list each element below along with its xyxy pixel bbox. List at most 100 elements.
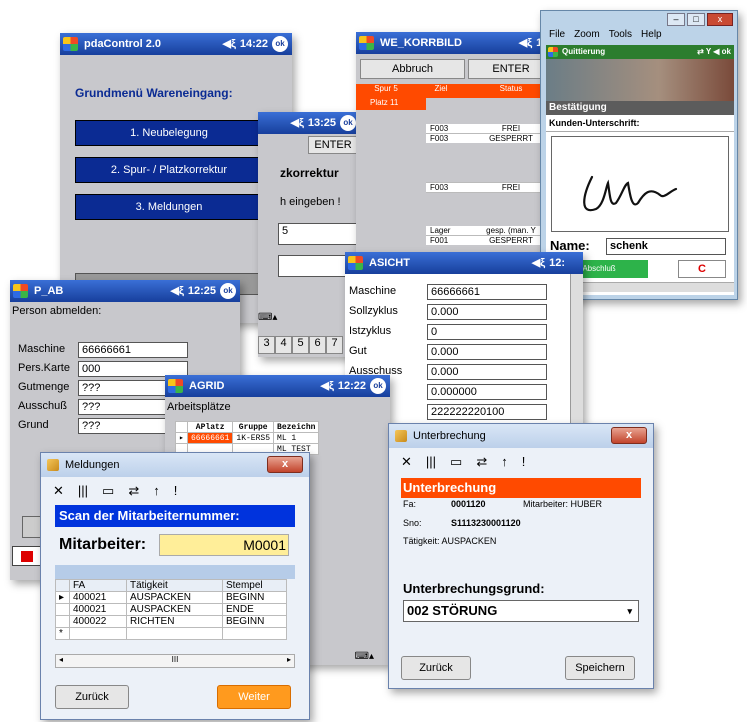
enter-button[interactable]: ENTER <box>308 136 358 154</box>
maximize-icon[interactable]: □ <box>687 13 705 26</box>
title-bar: WE_KORRBILD ◀ξ12: <box>356 32 556 54</box>
alert-icon[interactable]: ! <box>174 483 178 499</box>
cancel-icon[interactable]: ✕ <box>53 483 64 499</box>
record-button[interactable] <box>12 546 42 566</box>
signature-pad[interactable] <box>551 136 729 232</box>
table-row[interactable]: ▸ 66666661 1K-ERS5 ML 1 <box>175 432 320 444</box>
key-6[interactable]: 6 <box>309 336 326 354</box>
scroll-thumb[interactable]: III <box>172 655 179 664</box>
cancel-c-button[interactable]: C <box>678 260 726 278</box>
row-pointer <box>55 603 70 616</box>
sno-value: S1113230001120 <box>451 518 521 528</box>
title-bar: Unterbrechung x <box>389 424 653 448</box>
field-input[interactable]: 0.000 <box>427 304 547 320</box>
keyboard-icon[interactable]: ▭ <box>102 483 114 499</box>
menu-spurkorrektur-button[interactable]: 2. Spur- / Platzkorrektur <box>75 157 263 183</box>
windows-flag-icon[interactable] <box>348 256 363 270</box>
scrollbar[interactable] <box>570 274 583 430</box>
table-row[interactable]: 400021 AUSPACKEN ENDE <box>55 603 288 616</box>
key-4[interactable]: 4 <box>275 336 292 354</box>
menu-file[interactable]: File <box>549 29 565 43</box>
ok-button[interactable]: ok <box>370 378 386 394</box>
field-input[interactable]: 66666661 <box>78 342 188 358</box>
page-subtitle: Person abmelden: <box>12 305 102 317</box>
grund-select[interactable]: 002 STÖRUNG ▾ <box>403 600 639 622</box>
menu-neubelegung-button[interactable]: 1. Neubelegung <box>75 120 263 146</box>
table-row[interactable]: F003 FREI <box>426 124 556 134</box>
field-label: Gutmenge <box>18 381 70 393</box>
minimize-icon[interactable]: – <box>667 13 685 26</box>
windows-flag-icon[interactable] <box>359 36 374 50</box>
menu-tools[interactable]: Tools <box>609 29 632 43</box>
sync-icon[interactable]: ⇄ <box>128 483 139 499</box>
speaker-icon: ◀ξ <box>320 380 334 392</box>
field-input[interactable]: 66666661 <box>427 284 547 300</box>
field-label: Maschine <box>18 343 66 355</box>
table-row[interactable]: Lager gesp. (man. Y <box>426 226 556 236</box>
key-5[interactable]: 5 <box>292 336 309 354</box>
we-korrbild-window: WE_KORRBILD ◀ξ12: Abbruch ENTER Spur 5 Z… <box>356 32 556 262</box>
table-row[interactable]: F003 FREI <box>426 182 556 193</box>
unterbrechung-banner: Unterbrechung <box>401 478 641 498</box>
table-row[interactable]: 400022 RICHTEN BEGINN <box>55 615 288 628</box>
weiter-button[interactable]: Weiter <box>217 685 291 709</box>
cancel-icon[interactable]: ✕ <box>401 454 412 470</box>
page-subtitle: Arbeitsplätze <box>167 401 231 413</box>
title-bar: pdaControl 2.0 ◀ξ 14:22 ok <box>60 33 292 55</box>
key-3[interactable]: 3 <box>258 336 275 354</box>
field-label: Istzyklus <box>349 325 392 337</box>
field-input[interactable]: 0.000 <box>427 344 547 360</box>
ok-button[interactable]: ok <box>340 115 356 131</box>
name-field[interactable]: schenk <box>606 238 726 255</box>
window-title: WE_KORRBILD <box>380 37 462 49</box>
speichern-button[interactable]: Speichern <box>565 656 635 680</box>
field-input[interactable]: 0.000 <box>427 364 547 380</box>
up-icon[interactable]: ↑ <box>501 454 508 470</box>
key-7[interactable]: 7 <box>326 336 343 354</box>
taetigkeit-value: Tätigkeit: AUSPACKEN <box>403 536 497 546</box>
abbruch-button[interactable]: Abbruch <box>360 59 465 79</box>
zurueck-button[interactable]: Zurück <box>55 685 129 709</box>
windows-flag-icon[interactable] <box>548 47 558 57</box>
ok-button[interactable]: ok <box>220 283 236 299</box>
menu-help[interactable]: Help <box>641 29 662 43</box>
close-icon[interactable]: x <box>611 427 647 444</box>
sync-icon[interactable]: ⇄ <box>476 454 487 470</box>
up-icon[interactable]: ↑ <box>153 483 160 499</box>
keypad-row: 3 4 5 6 7 <box>258 336 343 354</box>
alert-icon[interactable]: ! <box>522 454 526 470</box>
field-input[interactable]: 0.000000 <box>427 384 547 400</box>
field-input[interactable]: 0 <box>427 324 547 340</box>
ok-button[interactable]: ok <box>272 36 288 52</box>
new-row[interactable]: * <box>55 627 288 640</box>
table-row[interactable]: F003 GESPERRT <box>426 134 556 143</box>
fa-label: Fa: <box>403 499 417 509</box>
keyboard-icon[interactable]: ▭ <box>450 454 462 470</box>
mitarbeiter-field[interactable]: M0001 <box>159 534 289 556</box>
table-row[interactable]: ▸ 400021 AUSPACKEN BEGINN <box>55 591 288 604</box>
korrektur-field-1[interactable]: 5 <box>278 223 358 245</box>
menu-meldungen-button[interactable]: 3. Meldungen <box>75 194 263 220</box>
windows-flag-icon[interactable] <box>13 284 28 298</box>
table-row[interactable]: F001 GESPERRT <box>426 236 556 245</box>
windows-flag-icon[interactable] <box>63 37 78 51</box>
cell: AUSPACKEN <box>126 603 223 616</box>
clock: 13:25 <box>307 117 336 129</box>
keyboard-icon[interactable]: ⌨▴ <box>258 312 293 326</box>
zurueck-button[interactable]: Zurück <box>401 656 471 680</box>
field-label: Grund <box>18 419 49 431</box>
scroll-right-icon[interactable]: ▸ <box>287 655 291 664</box>
title-bar: ◀ξ 13:25 ok <box>258 112 360 134</box>
horizontal-scrollbar[interactable]: ◂ III ▸ <box>55 654 295 668</box>
close-icon[interactable]: x <box>707 13 733 26</box>
barcode-icon[interactable]: ||| <box>78 483 88 499</box>
scroll-left-icon[interactable]: ◂ <box>59 655 63 664</box>
window-title: pdaControl 2.0 <box>84 38 162 50</box>
menu-zoom[interactable]: Zoom <box>574 29 600 43</box>
chevron-down-icon[interactable]: ▾ <box>627 601 632 621</box>
barcode-icon[interactable]: ||| <box>426 454 436 470</box>
field-input[interactable]: 222222220100 <box>427 404 547 420</box>
windows-flag-icon[interactable] <box>168 379 183 393</box>
close-icon[interactable]: x <box>267 456 303 473</box>
keyboard-icon[interactable]: ⌨▴ <box>355 651 374 662</box>
